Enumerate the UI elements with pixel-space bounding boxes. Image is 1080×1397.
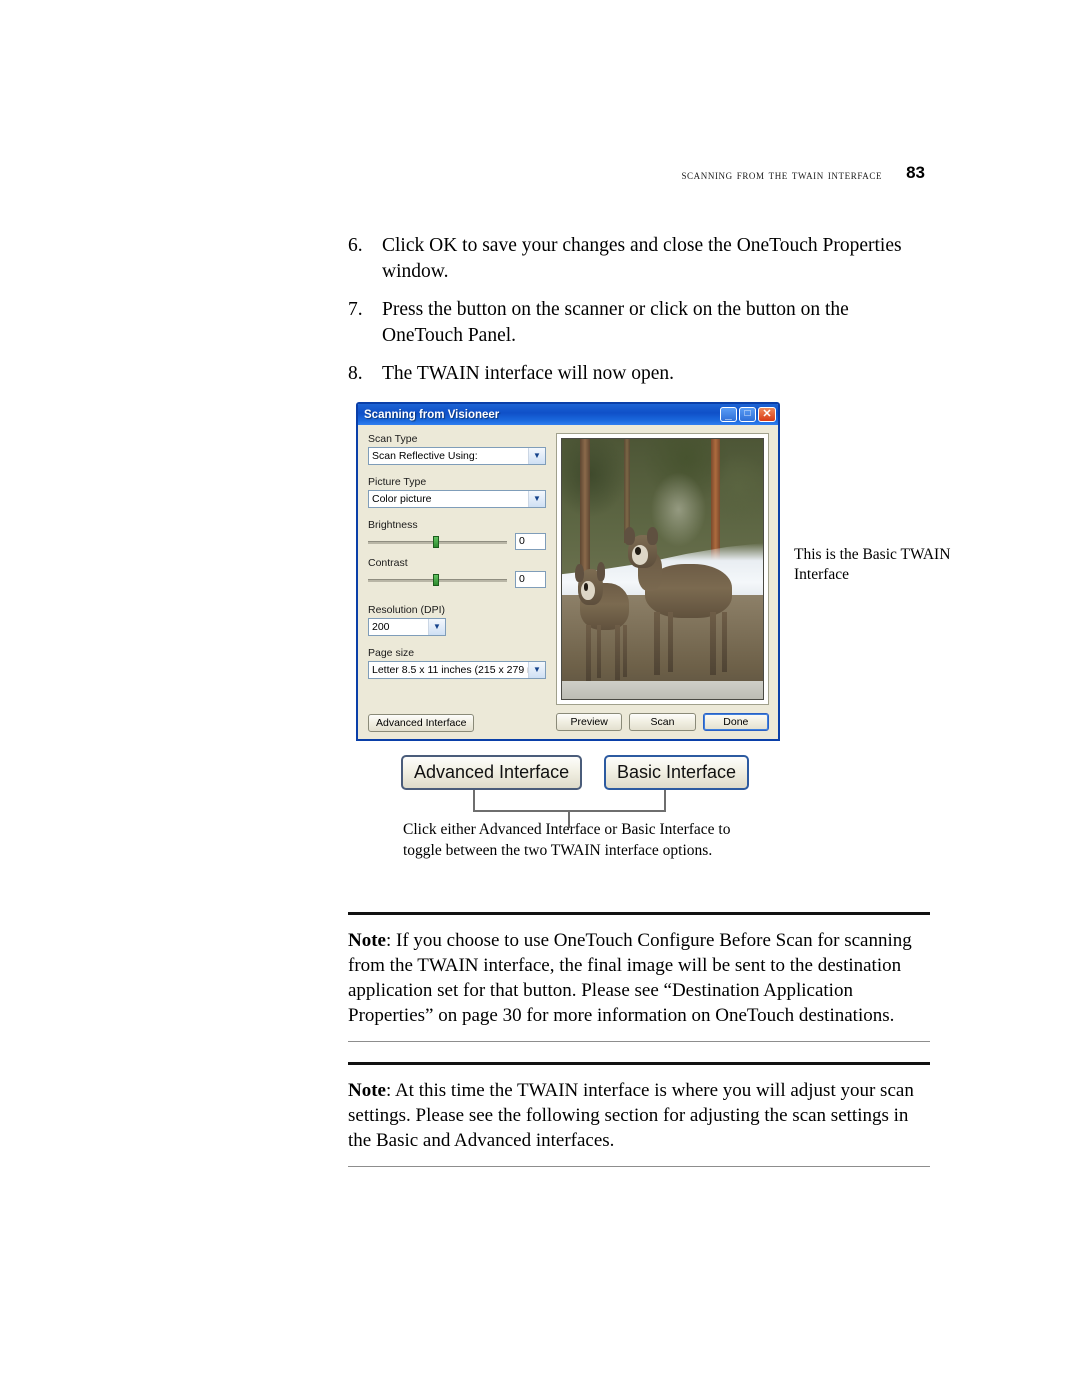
deer-ear xyxy=(647,527,659,546)
dialog-titlebar: Scanning from Visioneer _ □ ✕ xyxy=(358,404,778,425)
resolution-label: Resolution (DPI) xyxy=(368,604,446,616)
contrast-control: 0 xyxy=(368,571,546,588)
preview-pane[interactable] xyxy=(556,433,769,705)
step-number: 7. xyxy=(348,298,363,320)
brightness-label: Brightness xyxy=(368,519,418,531)
minimize-glyph: _ xyxy=(725,407,732,421)
close-icon[interactable]: ✕ xyxy=(758,407,776,422)
chevron-down-icon[interactable]: ▼ xyxy=(528,491,545,507)
note-label: Note xyxy=(348,930,386,951)
step-text: The TWAIN interface will now open. xyxy=(382,362,675,384)
contrast-slider[interactable] xyxy=(368,572,507,588)
note-body: : At this time the TWAIN interface is wh… xyxy=(348,1080,914,1152)
resolution-value: 200 xyxy=(372,621,390,633)
dialog-title: Scanning from Visioneer xyxy=(364,408,500,421)
maximize-icon[interactable]: □ xyxy=(739,407,756,422)
picture-type-select[interactable]: Color picture ▼ xyxy=(368,490,546,508)
preview-panel: Preview Scan Done xyxy=(556,433,769,731)
divider xyxy=(348,1062,930,1065)
chevron-down-icon[interactable]: ▼ xyxy=(428,619,445,635)
scan-type-value: Scan Reflective Using: xyxy=(372,450,478,462)
brightness-value-field[interactable]: 0 xyxy=(515,533,546,550)
scan-preview-image xyxy=(561,438,764,700)
page-size-select[interactable]: Letter 8.5 x 11 inches (215 x 279 mm) ▼ xyxy=(368,661,546,679)
maximize-glyph: □ xyxy=(744,408,751,419)
page-header: Scanning from the TWAIN Interface 83 xyxy=(345,163,925,184)
note-text: Note: If you choose to use OneTouch Conf… xyxy=(348,928,930,1028)
picture-type-label: Picture Type xyxy=(368,476,427,488)
deer-eye xyxy=(583,583,589,591)
contrast-label: Contrast xyxy=(368,557,408,569)
brightness-control: 0 xyxy=(368,533,546,550)
divider xyxy=(348,1166,930,1168)
scan-button[interactable]: Scan xyxy=(629,713,696,731)
page-number: 83 xyxy=(906,163,925,182)
chevron-down-icon[interactable]: ▼ xyxy=(528,448,545,464)
list-item: 7. Press the button on the scanner or cl… xyxy=(348,297,933,349)
callout-basic-interface-button[interactable]: Basic Interface xyxy=(604,755,750,790)
deer-leg xyxy=(709,611,716,676)
note-label: Note xyxy=(348,1080,386,1101)
deer-leg xyxy=(721,611,727,673)
tree-trunk xyxy=(580,439,591,580)
divider xyxy=(348,912,930,915)
numbered-steps-list: 6. Click OK to save your changes and clo… xyxy=(348,233,933,399)
road-strip xyxy=(562,680,763,699)
deer-right xyxy=(618,527,739,678)
dialog-body: Scan Type Scan Reflective Using: ▼ Pictu… xyxy=(358,425,778,739)
deer-ear xyxy=(574,563,584,582)
chevron-down-icon[interactable]: ▼ xyxy=(528,662,545,678)
deer-leg xyxy=(586,624,592,681)
advanced-interface-button-row: Advanced Interface xyxy=(368,713,546,732)
contrast-value-field[interactable]: 0 xyxy=(515,571,546,588)
leader-line xyxy=(664,790,666,812)
header-title: Scanning from the TWAIN Interface xyxy=(681,167,883,182)
leader-line xyxy=(473,790,475,812)
step-text: Click OK to save your changes and close … xyxy=(382,235,902,282)
deer-leg xyxy=(654,611,661,676)
note-box: Note: At this time the TWAIN interface i… xyxy=(348,1062,930,1168)
figure-caption: Click either Advanced Interface or Basic… xyxy=(403,821,731,859)
brightness-slider[interactable] xyxy=(368,534,507,550)
step-number: 8. xyxy=(348,362,363,384)
deer-eye xyxy=(635,546,642,555)
note-text: Note: At this time the TWAIN interface i… xyxy=(348,1078,930,1153)
callout-advanced-interface-button[interactable]: Advanced Interface xyxy=(401,755,583,790)
note-body: : If you choose to use OneTouch Configur… xyxy=(348,930,912,1027)
deer-leg xyxy=(667,611,673,673)
scan-type-select[interactable]: Scan Reflective Using: ▼ xyxy=(368,447,546,465)
list-item: 8. The TWAIN interface will now open. xyxy=(348,361,933,387)
close-glyph: ✕ xyxy=(762,408,772,420)
twain-dialog-window: Scanning from Visioneer _ □ ✕ Scan Type … xyxy=(356,402,780,741)
window-controls: _ □ ✕ xyxy=(720,407,776,422)
slider-thumb[interactable] xyxy=(433,535,440,548)
page-size-value: Letter 8.5 x 11 inches (215 x 279 mm) xyxy=(372,664,528,676)
dialog-action-buttons: Preview Scan Done xyxy=(556,713,769,731)
settings-panel: Scan Type Scan Reflective Using: ▼ Pictu… xyxy=(368,433,546,732)
side-annotation: This is the Basic TWAIN Interface xyxy=(794,546,951,583)
resolution-select[interactable]: 200 ▼ xyxy=(368,618,446,636)
slider-thumb[interactable] xyxy=(433,573,440,586)
advanced-interface-button[interactable]: Advanced Interface xyxy=(368,714,475,732)
deer-ear xyxy=(624,527,636,546)
done-button[interactable]: Done xyxy=(702,713,769,731)
deer-leg xyxy=(597,624,602,679)
note-box: Note: If you choose to use OneTouch Conf… xyxy=(348,912,930,1043)
preview-button[interactable]: Preview xyxy=(556,713,623,731)
page-size-label: Page size xyxy=(368,647,415,659)
deer-ear xyxy=(596,562,606,581)
list-item: 6. Click OK to save your changes and clo… xyxy=(348,233,933,285)
picture-type-value: Color picture xyxy=(372,493,432,505)
scan-type-label: Scan Type xyxy=(368,433,418,445)
step-number: 6. xyxy=(348,235,363,256)
minimize-icon[interactable]: _ xyxy=(720,407,737,422)
step-text: Press the button on the scanner or click… xyxy=(382,298,849,346)
divider xyxy=(348,1041,930,1043)
